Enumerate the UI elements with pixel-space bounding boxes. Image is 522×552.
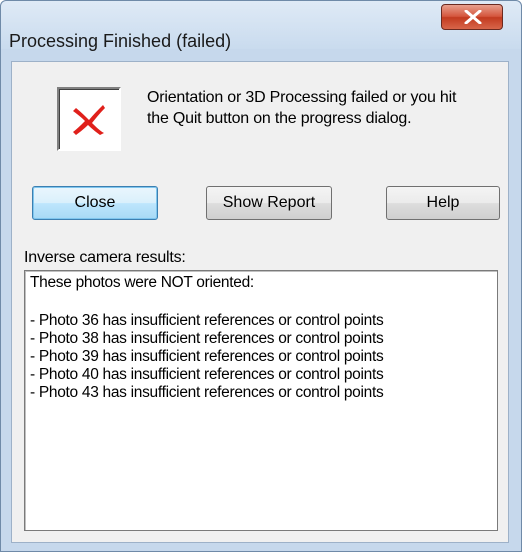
error-icon-frame <box>57 87 121 151</box>
show-report-button[interactable]: Show Report <box>206 186 332 220</box>
error-x-icon <box>73 105 105 135</box>
window-close-button[interactable] <box>441 4 503 30</box>
window-title: Processing Finished (failed) <box>9 31 232 51</box>
title-bar[interactable]: Processing Finished (failed) <box>1 1 521 51</box>
results-line: - Photo 38 has insufficient references o… <box>30 330 384 347</box>
dialog-content: Orientation or 3D Processing failed or y… <box>11 61 509 543</box>
dialog-window: Processing Finished (failed) Orientation… <box>0 0 522 552</box>
results-line: - Photo 36 has insufficient references o… <box>30 312 384 329</box>
error-message-line-2: the Quit button on the progress dialog. <box>147 110 412 127</box>
error-message: Orientation or 3D Processing failed or y… <box>147 87 497 129</box>
close-button[interactable]: Close <box>32 186 158 220</box>
results-line: - Photo 40 has insufficient references o… <box>30 366 384 383</box>
results-line: - Photo 39 has insufficient references o… <box>30 348 384 365</box>
results-blank-line <box>30 292 492 312</box>
error-message-line-1: Orientation or 3D Processing failed or y… <box>147 89 457 106</box>
results-textbox[interactable]: These photos were NOT oriented: - Photo … <box>24 270 498 531</box>
results-header: These photos were NOT oriented: <box>30 274 254 291</box>
results-line: - Photo 43 has insufficient references o… <box>30 384 384 401</box>
results-label: Inverse camera results: <box>24 249 186 266</box>
close-icon <box>464 10 482 24</box>
help-button[interactable]: Help <box>386 186 500 220</box>
